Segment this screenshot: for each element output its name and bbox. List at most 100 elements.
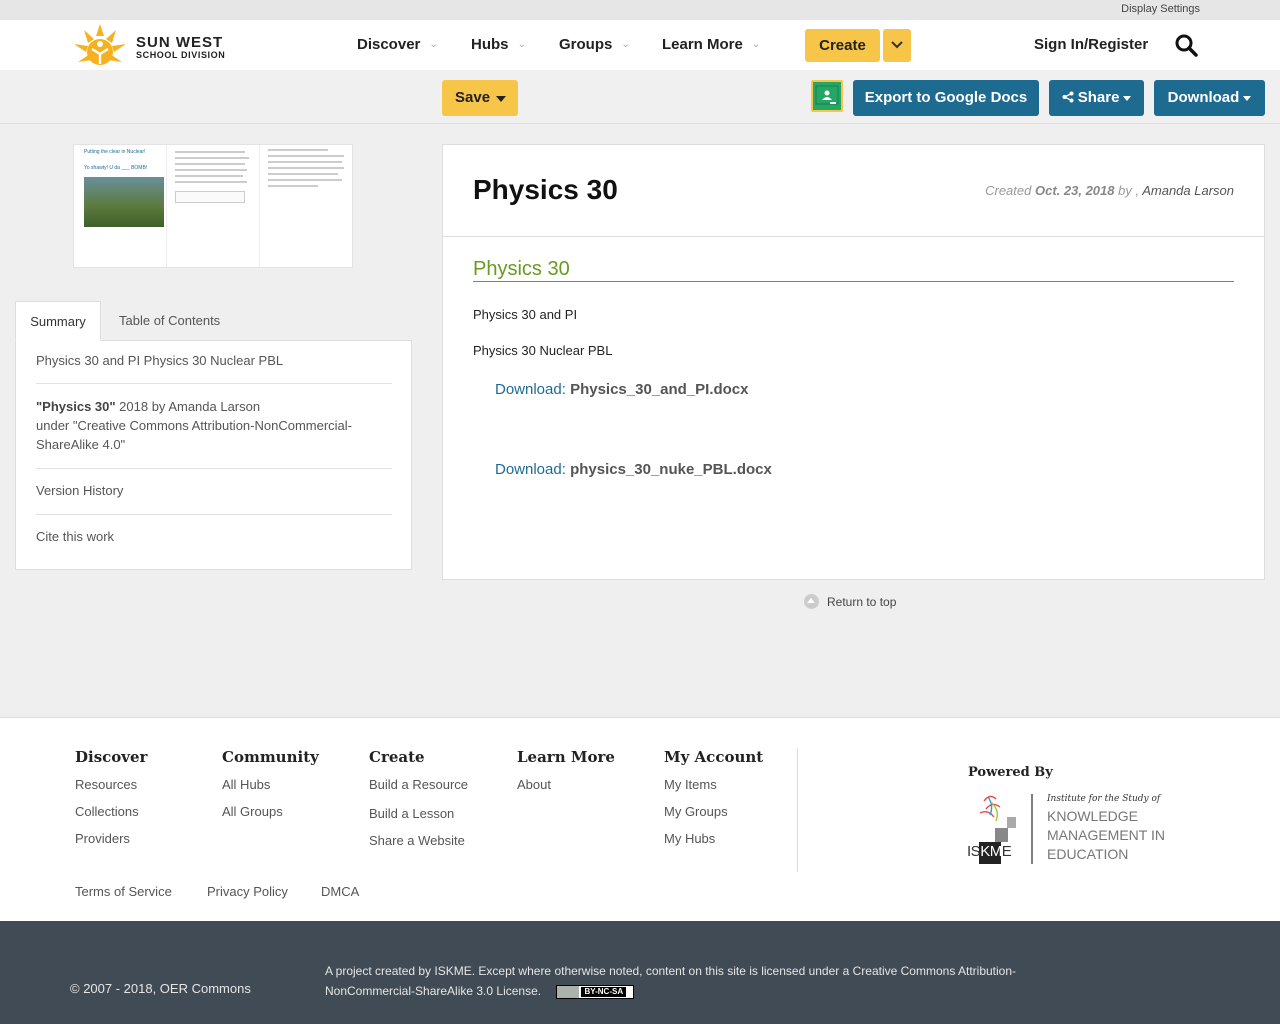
nav-groups[interactable]: Groups ⌄ bbox=[559, 36, 630, 53]
iskme-line3: EDUCATION bbox=[1047, 846, 1129, 862]
share-button[interactable]: Share bbox=[1049, 80, 1144, 116]
iskme-logo[interactable]: Institute for the Study of KNOWLEDGE MAN… bbox=[966, 791, 1176, 871]
footer-privacy-link[interactable]: Privacy Policy bbox=[207, 884, 288, 899]
iskme-abbr-a: IS bbox=[967, 843, 981, 860]
footer-dmca-link[interactable]: DMCA bbox=[321, 884, 359, 899]
sun-logo-icon bbox=[74, 24, 126, 65]
cc-badge-text: BY-NC-SA bbox=[581, 986, 627, 997]
paragraph: Physics 30 and PI bbox=[473, 307, 578, 322]
created-info: Created Oct. 23, 2018 by , Amanda Larson bbox=[985, 183, 1234, 198]
resource-toolbar: Save Export to Google Docs Share Downloa… bbox=[0, 70, 1280, 124]
version-history-link[interactable]: Version History bbox=[36, 481, 392, 500]
nav-learn-more-label: Learn More bbox=[662, 36, 743, 53]
download-button[interactable]: Download bbox=[1154, 80, 1265, 116]
chevron-down-icon: ⌄ bbox=[517, 39, 526, 50]
download-filename: physics_30_nuke_PBL.docx bbox=[570, 461, 772, 478]
thumbnail-page-2 bbox=[167, 145, 260, 267]
divider bbox=[36, 468, 392, 469]
divider bbox=[36, 514, 392, 515]
iskme-abbr-b: KM bbox=[980, 843, 1002, 860]
summary-panel: Physics 30 and PI Physics 30 Nuclear PBL… bbox=[15, 340, 412, 570]
logo-title: SUN WEST bbox=[136, 34, 224, 51]
citation-license: under "Creative Commons Attribution-NonC… bbox=[36, 418, 353, 452]
footer: Discover Resources Collections Providers… bbox=[0, 717, 1280, 921]
classroom-board-icon bbox=[815, 85, 839, 105]
display-settings-link[interactable]: Display Settings bbox=[1121, 3, 1200, 15]
create-button[interactable]: Create bbox=[805, 29, 880, 62]
thumbnail-page-1: Putting the clear in Nuclear! Yo shawty!… bbox=[74, 145, 167, 267]
license-text: A project created by ISKME. Except where… bbox=[325, 964, 1017, 998]
footer-link-my-groups[interactable]: My Groups bbox=[664, 804, 763, 819]
footer-link-about[interactable]: About bbox=[517, 777, 615, 792]
section-rule bbox=[473, 281, 1234, 282]
footer-link-collections[interactable]: Collections bbox=[75, 804, 147, 819]
tab-summary[interactable]: Summary bbox=[15, 301, 101, 341]
cite-this-work-link[interactable]: Cite this work bbox=[36, 527, 392, 546]
download-link-1[interactable]: Download: Physics_30_and_PI.docx bbox=[495, 381, 749, 398]
cc-license-badge[interactable]: BY-NC-SA bbox=[556, 984, 635, 999]
footer-link-build-resource[interactable]: Build a Resource bbox=[369, 777, 468, 792]
nav-discover-label: Discover bbox=[357, 36, 421, 53]
footer-link-resources[interactable]: Resources bbox=[75, 777, 147, 792]
chevron-down-icon: ⌄ bbox=[429, 39, 438, 50]
return-to-top-link[interactable]: Return to top bbox=[804, 594, 896, 609]
resource-thumbnail[interactable]: Putting the clear in Nuclear! Yo shawty!… bbox=[73, 144, 353, 268]
footer-link-build-lesson[interactable]: Build a Lesson bbox=[369, 806, 468, 821]
page-title: Physics 30 bbox=[473, 174, 618, 205]
chevron-down-icon bbox=[891, 41, 903, 49]
chevron-down-icon: ⌄ bbox=[621, 39, 630, 50]
iskme-abbr-c: E bbox=[1001, 843, 1012, 860]
share-button-label: Share bbox=[1077, 89, 1120, 106]
divider bbox=[36, 383, 392, 384]
thumbnail-page-3 bbox=[260, 145, 352, 267]
search-icon[interactable] bbox=[1174, 33, 1198, 57]
iskme-abbr: ISKME bbox=[967, 843, 1012, 860]
citation-title: "Physics 30" bbox=[36, 399, 116, 414]
sun-west-logo[interactable]: SUN WEST SCHOOL DIVISION bbox=[70, 22, 240, 68]
footer-col-learn-more: Learn More About bbox=[517, 748, 615, 804]
nav-groups-label: Groups bbox=[559, 36, 613, 53]
footer-link-share-website[interactable]: Share a Website bbox=[369, 833, 468, 848]
footer-col-create: Create Build a Resource Build a Lesson S… bbox=[369, 748, 468, 860]
chevron-down-icon: ⌄ bbox=[751, 39, 761, 50]
save-button[interactable]: Save bbox=[442, 80, 518, 116]
footer-link-my-items[interactable]: My Items bbox=[664, 777, 763, 792]
created-by: by , bbox=[1118, 183, 1140, 198]
export-google-docs-button[interactable]: Export to Google Docs bbox=[853, 80, 1039, 116]
caret-down-icon bbox=[1243, 95, 1252, 101]
author-link[interactable]: Amanda Larson bbox=[1142, 183, 1234, 198]
iskme-line1: KNOWLEDGE bbox=[1047, 808, 1139, 824]
created-date: Oct. 23, 2018 bbox=[1034, 183, 1115, 198]
nav-learn-more[interactable]: Learn More ⌄ bbox=[662, 36, 760, 53]
footer-col-my-account: My Account My Items My Groups My Hubs bbox=[664, 748, 763, 858]
nav-discover[interactable]: Discover ⌄ bbox=[357, 36, 438, 53]
share-icon bbox=[1062, 91, 1074, 103]
powered-by-label: Powered By bbox=[968, 765, 1053, 780]
footer-link-my-hubs[interactable]: My Hubs bbox=[664, 831, 763, 846]
footer-terms-link[interactable]: Terms of Service bbox=[75, 884, 172, 899]
save-button-label: Save bbox=[455, 89, 491, 106]
footer-heading: My Account bbox=[664, 748, 764, 766]
footer-heading: Community bbox=[222, 748, 319, 766]
download-link-2[interactable]: Download: physics_30_nuke_PBL.docx bbox=[495, 461, 772, 478]
summary-text: Physics 30 and PI Physics 30 Nuclear PBL bbox=[36, 353, 284, 368]
footer-heading: Create bbox=[369, 748, 425, 766]
caret-down-icon bbox=[496, 96, 506, 102]
nav-hubs[interactable]: Hubs ⌄ bbox=[471, 36, 526, 53]
thumbnail-photo bbox=[84, 177, 164, 227]
footer-link-all-hubs[interactable]: All Hubs bbox=[222, 777, 319, 792]
tab-table-of-contents[interactable]: Table of Contents bbox=[119, 301, 220, 341]
top-navigation: SUN WEST SCHOOL DIVISION Discover ⌄ Hubs ⌄… bbox=[0, 20, 1280, 70]
create-dropdown-button[interactable] bbox=[883, 29, 911, 62]
bottom-bar: © 2007 - 2018, OER Commons A project cre… bbox=[0, 921, 1280, 1024]
footer-col-discover: Discover Resources Collections Providers bbox=[75, 748, 147, 858]
footer-link-providers[interactable]: Providers bbox=[75, 831, 147, 846]
sign-in-register-link[interactable]: Sign In/Register bbox=[1034, 36, 1148, 53]
footer-heading: Discover bbox=[75, 748, 148, 766]
created-label: Created bbox=[985, 183, 1032, 198]
nav-hubs-label: Hubs bbox=[471, 36, 509, 53]
google-classroom-icon[interactable] bbox=[811, 80, 843, 112]
license-notice: A project created by ISKME. Except where… bbox=[325, 961, 1065, 1001]
thumbnail-caption-1: Putting the clear in Nuclear! bbox=[84, 149, 146, 155]
footer-link-all-groups[interactable]: All Groups bbox=[222, 804, 319, 819]
